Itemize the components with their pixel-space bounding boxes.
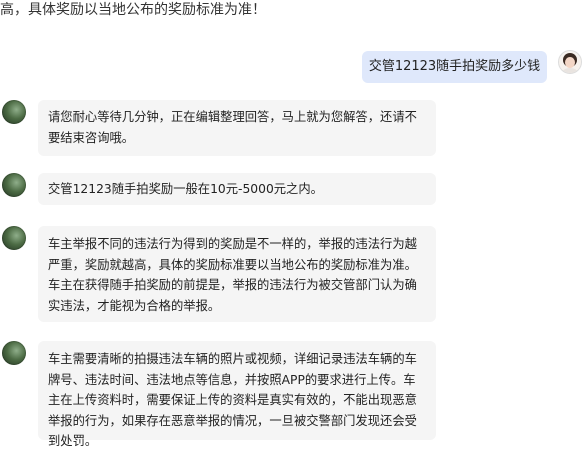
bot-avatar (2, 226, 26, 250)
bot-avatar (2, 173, 26, 197)
bot-avatar (2, 341, 26, 365)
bot-message-bubble: 车主举报不同的违法行为得到的奖励是不一样的，举报的违法行为越严重，奖励就越高，具… (38, 226, 436, 322)
bot-avatar (2, 100, 26, 124)
bot-message-bubble: 请您耐心等待几分钟，正在编辑整理回答，马上就为您解答，还请不要结束咨询哦。 (38, 100, 436, 156)
avatar-face-shape (565, 57, 575, 68)
user-message-bubble: 交管12123随手拍奖励多少钱 (362, 51, 547, 83)
bot-message-bubble: 交管12123随手拍奖励一般在10元-5000元之内。 (38, 173, 436, 205)
bot-message-bubble: 车主需要清晰的拍摄违法车辆的照片或视频，详细记录违法车辆的车牌号、违法时间、违法… (38, 341, 436, 448)
user-avatar (558, 50, 582, 74)
previous-message-tail: 高，具体奖励以当地公布的奖励标准为准！ (0, 2, 266, 18)
avatar-body-shape (562, 68, 578, 73)
